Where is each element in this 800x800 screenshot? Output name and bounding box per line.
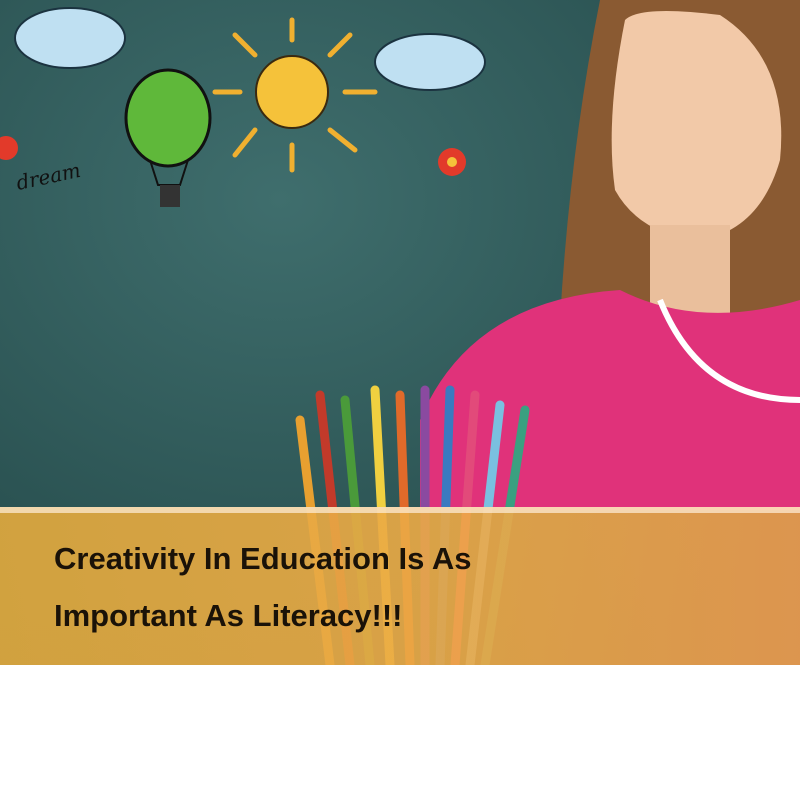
banner-divider	[0, 507, 800, 513]
headline: Creativity In Education Is As Important …	[54, 530, 754, 644]
headline-line-2: Important As Literacy!!!	[54, 598, 403, 633]
headline-line-1: Creativity In Education Is As	[54, 541, 472, 576]
promo-graphic: dream Creativity In Education Is As Impo…	[0, 0, 800, 800]
